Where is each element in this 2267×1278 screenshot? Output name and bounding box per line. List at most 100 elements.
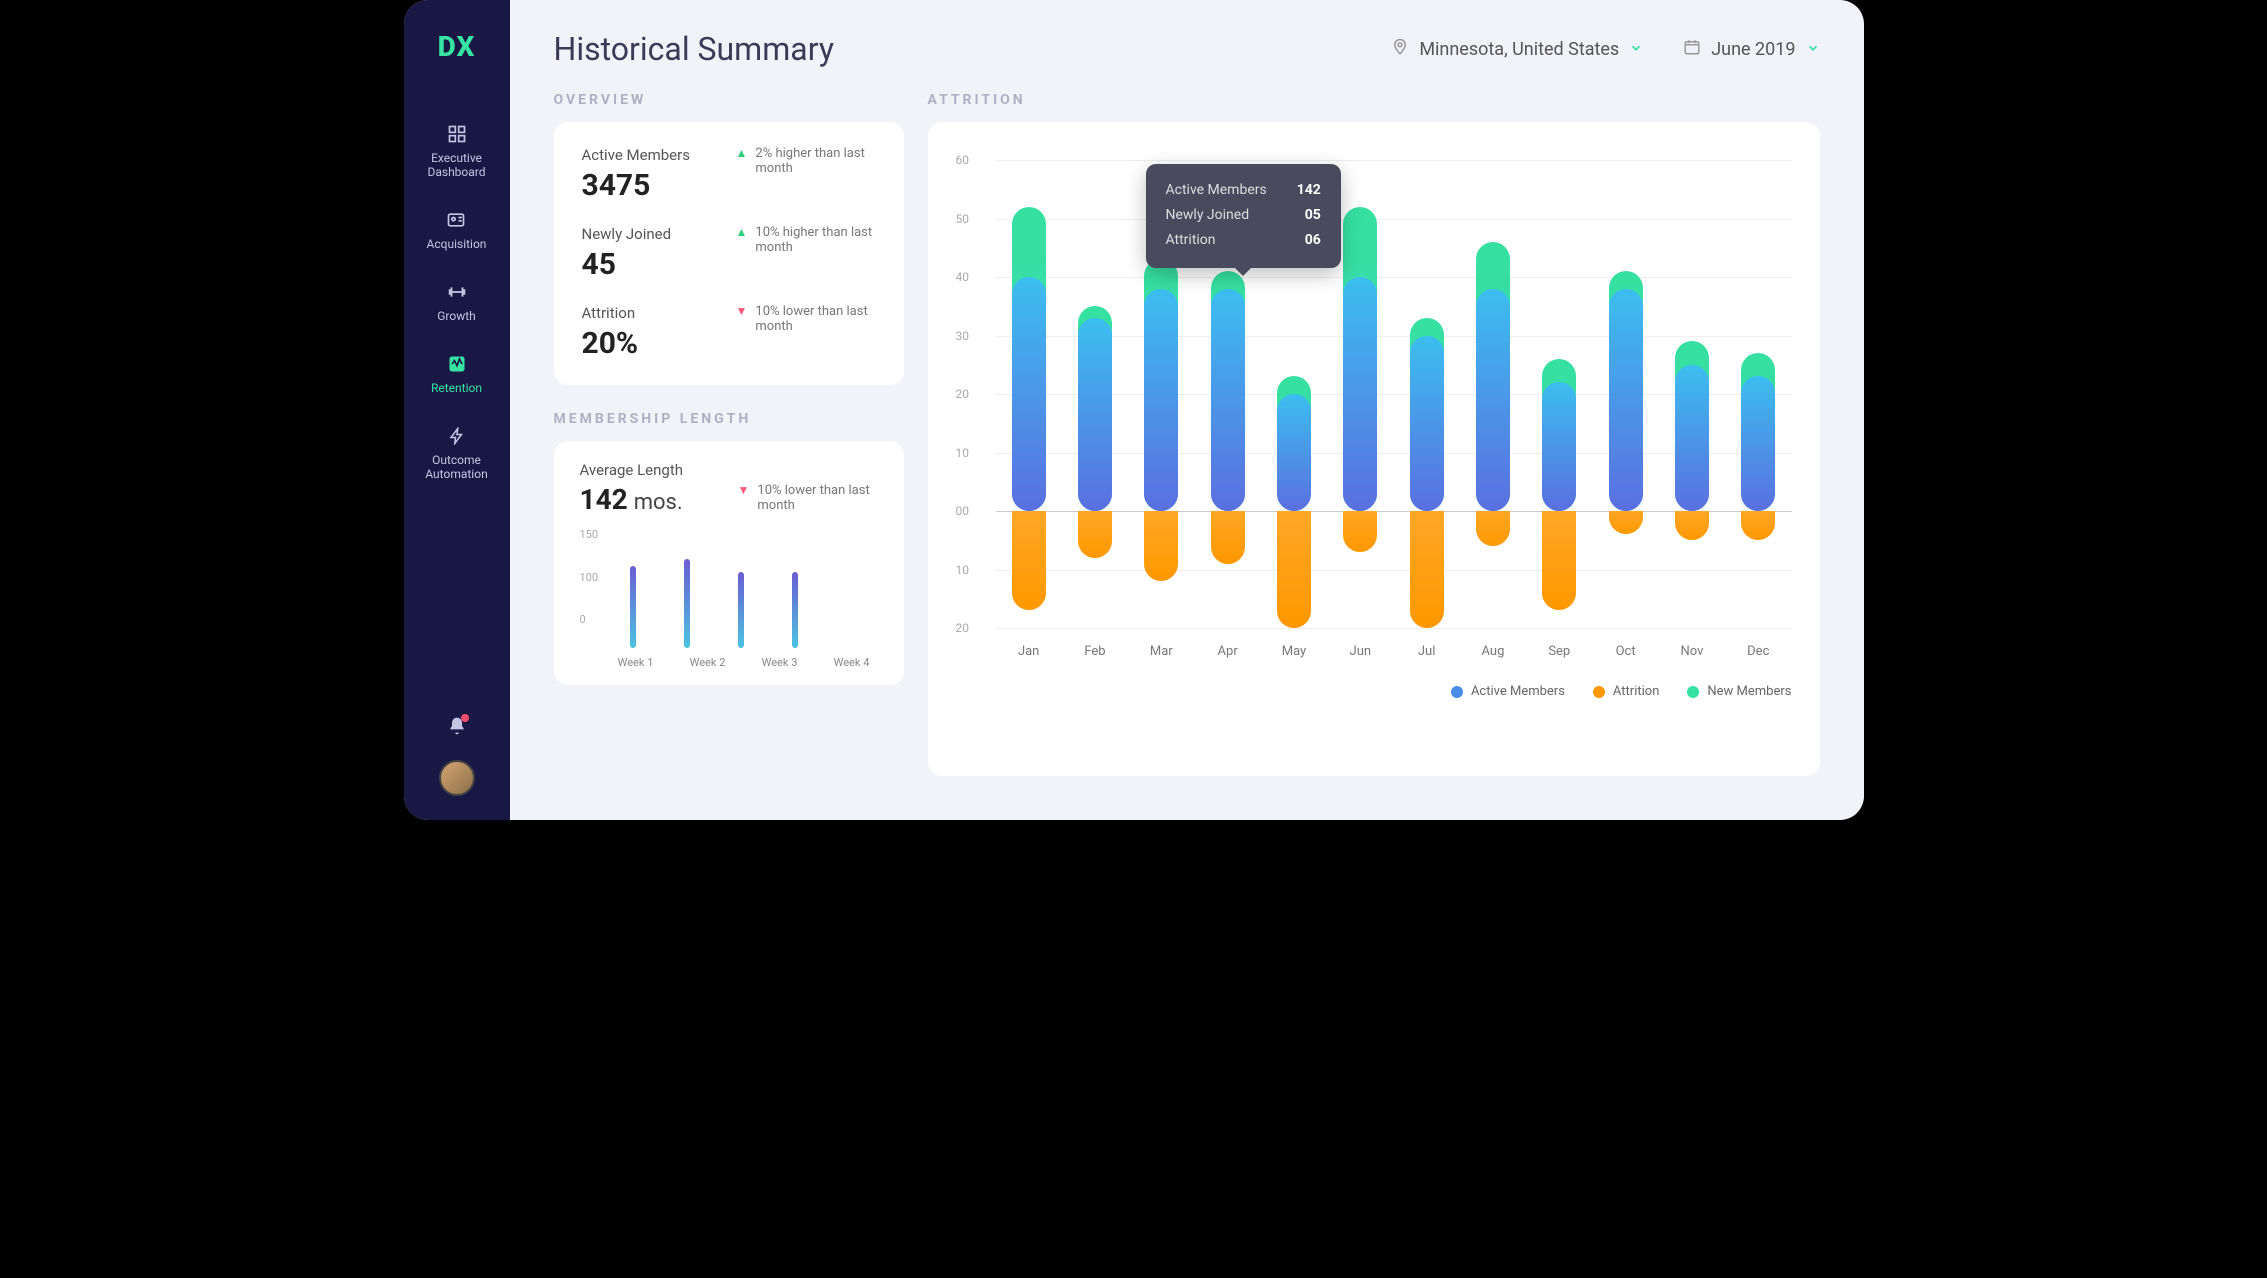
chart-column[interactable]	[1542, 160, 1576, 628]
stat-value: 3475	[582, 168, 690, 203]
mini-chart-x-axis: Week 1 Week 2 Week 3 Week 4	[580, 656, 878, 669]
y-tick: 10	[956, 563, 970, 577]
stat-attrition: Attrition 20% ▼ 10% lower than last mont…	[582, 304, 876, 361]
bar-attrition	[1277, 511, 1311, 628]
y-tick: 150	[580, 528, 599, 541]
chart-column[interactable]	[1012, 160, 1046, 628]
period-selector[interactable]: June 2019	[1683, 38, 1819, 61]
logo-letter-d: D	[438, 30, 457, 63]
stat-delta: 2% higher than last month	[755, 146, 875, 176]
content-row: OVERVIEW Active Members 3475 ▲ 2% higher…	[554, 92, 1820, 776]
bar-attrition	[1012, 511, 1046, 610]
bar-attrition	[1741, 511, 1775, 540]
sidebar-bottom	[439, 716, 475, 820]
sidebar: DX Executive Dashboard Acquisition Growt…	[404, 0, 510, 820]
app-shell: DX Executive Dashboard Acquisition Growt…	[404, 0, 1864, 820]
bar-attrition	[1609, 511, 1643, 534]
y-tick: 00	[956, 504, 970, 518]
x-tick: Jun	[1343, 644, 1377, 659]
mini-bar	[630, 566, 636, 648]
chart-legend: Active Members Attrition New Members	[956, 684, 1792, 699]
nav-item-executive-dashboard[interactable]: Executive Dashboard	[404, 123, 510, 179]
x-tick: Week 2	[684, 656, 732, 669]
bar-active-members	[1609, 289, 1643, 511]
bar-attrition	[1410, 511, 1444, 628]
lightning-icon	[446, 425, 468, 447]
triangle-up-icon: ▲	[736, 225, 748, 239]
y-tick: 40	[956, 270, 970, 284]
page-header: Historical Summary Minnesota, United Sta…	[554, 30, 1820, 68]
attrition-label: ATTRITION	[928, 92, 1820, 108]
y-tick: 50	[956, 212, 970, 226]
mini-chart-bars	[630, 553, 798, 648]
tooltip-label: Attrition	[1166, 228, 1216, 253]
membership-delta: 10% lower than last month	[757, 483, 877, 513]
x-tick: Nov	[1675, 644, 1709, 659]
chart-column[interactable]	[1343, 160, 1377, 628]
attrition-card: Active Members142 Newly Joined05 Attriti…	[928, 122, 1820, 776]
chart-column[interactable]	[1741, 160, 1775, 628]
chart-tooltip: Active Members142 Newly Joined05 Attriti…	[1146, 164, 1341, 268]
tooltip-value: 05	[1305, 203, 1321, 228]
stat-title: Newly Joined	[582, 225, 672, 243]
sidebar-nav: Executive Dashboard Acquisition Growth R…	[404, 123, 510, 481]
main-content: Historical Summary Minnesota, United Sta…	[510, 0, 1864, 820]
activity-icon	[446, 353, 468, 375]
tooltip-label: Newly Joined	[1166, 203, 1250, 228]
nav-item-acquisition[interactable]: Acquisition	[423, 209, 491, 251]
bar-attrition	[1476, 511, 1510, 546]
mini-chart-y-axis: 150 100 0	[580, 528, 599, 626]
legend-dot-icon	[1451, 686, 1463, 698]
chart-bars	[996, 160, 1792, 628]
bar-active-members	[1211, 289, 1245, 511]
nav-item-outcome-automation[interactable]: Outcome Automation	[404, 425, 510, 481]
user-avatar[interactable]	[439, 760, 475, 796]
legend-active-members: Active Members	[1451, 684, 1565, 699]
triangle-down-icon: ▼	[738, 483, 750, 497]
location-pin-icon	[1391, 38, 1409, 61]
nav-item-retention[interactable]: Retention	[427, 353, 486, 395]
bar-active-members	[1343, 277, 1377, 511]
bar-attrition	[1542, 511, 1576, 610]
legend-attrition: Attrition	[1593, 684, 1659, 699]
bar-active-members	[1144, 289, 1178, 511]
y-tick: 10	[956, 446, 970, 460]
membership-title: Average Length	[580, 461, 684, 479]
x-tick: Mar	[1144, 644, 1178, 659]
y-tick: 0	[580, 613, 599, 626]
bar-active-members	[1078, 318, 1112, 511]
chart-column[interactable]	[1078, 160, 1112, 628]
chart-column[interactable]	[1476, 160, 1510, 628]
y-tick: 30	[956, 329, 970, 343]
legend-label: New Members	[1707, 684, 1791, 699]
membership-mini-chart: 150 100 0	[580, 528, 878, 648]
x-tick: Week 1	[612, 656, 660, 669]
chart-column[interactable]	[1410, 160, 1444, 628]
stat-value: 45	[582, 247, 672, 282]
legend-dot-icon	[1687, 686, 1699, 698]
location-selector[interactable]: Minnesota, United States	[1391, 38, 1643, 61]
overview-label: OVERVIEW	[554, 92, 904, 108]
x-tick: Week 3	[756, 656, 804, 669]
bar-active-members	[1675, 365, 1709, 511]
legend-label: Active Members	[1471, 684, 1565, 699]
bar-active-members	[1542, 382, 1576, 511]
left-column: OVERVIEW Active Members 3475 ▲ 2% higher…	[554, 92, 904, 776]
y-tick: 60	[956, 153, 970, 167]
bar-attrition	[1078, 511, 1112, 558]
stat-delta: 10% lower than last month	[755, 304, 875, 334]
stat-title: Active Members	[582, 146, 690, 164]
chevron-down-icon	[1806, 39, 1820, 60]
nav-item-growth[interactable]: Growth	[433, 281, 480, 323]
bar-attrition	[1675, 511, 1709, 540]
nav-label: Outcome Automation	[408, 453, 506, 481]
calendar-icon	[1683, 38, 1701, 61]
overview-card: Active Members 3475 ▲ 2% higher than las…	[554, 122, 904, 385]
chart-column[interactable]	[1609, 160, 1643, 628]
brand-logo: DX	[438, 30, 476, 63]
chart-column[interactable]	[1675, 160, 1709, 628]
bar-active-members	[1741, 376, 1775, 511]
notifications-button[interactable]	[447, 716, 467, 740]
x-tick: Jan	[1012, 644, 1046, 659]
x-tick: Feb	[1078, 644, 1112, 659]
